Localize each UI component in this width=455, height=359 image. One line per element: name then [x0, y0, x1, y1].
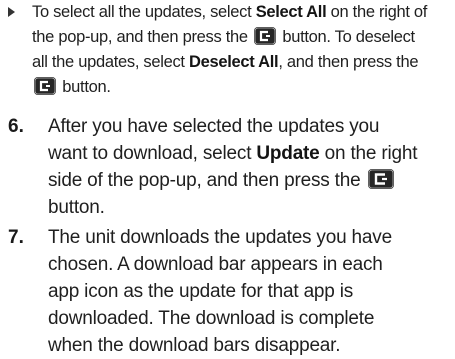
- step7-line3: app icon as the update for that app is: [48, 281, 354, 302]
- manual-page: To select all the updates, select Select…: [0, 0, 455, 356]
- step-7-number: 7.: [8, 227, 24, 248]
- step7-line2: chosen. A download bar appears in each: [48, 254, 383, 275]
- enter-button-icon: [254, 27, 277, 45]
- triangle-bullet-icon: [8, 7, 15, 17]
- update-term: Update: [256, 143, 320, 164]
- step-6-text: After you have selected the updates you …: [48, 113, 454, 221]
- step6-line3: side of the pop-up, and then press the: [48, 170, 366, 191]
- step6-line4: button.: [48, 197, 105, 218]
- sub-bullet-text: To select all the updates, select Select…: [32, 0, 446, 100]
- sub-line1-post: on the right of: [326, 3, 428, 21]
- step-6-number: 6.: [8, 116, 24, 137]
- step7-line5: when the download bars disappear.: [48, 335, 341, 356]
- sub-line1-pre: To select all the updates, select: [32, 3, 256, 21]
- step6-line1: After you have selected the updates you: [48, 116, 380, 137]
- enter-button-icon: [367, 169, 394, 189]
- sub-line3-pre: all the updates, select: [32, 53, 189, 71]
- step7-line4: downloaded. The download is complete: [48, 308, 375, 329]
- step6-line2: want to download, select: [48, 143, 257, 164]
- enter-button-icon: [34, 77, 56, 95]
- sub-line2-pre: the pop-up, and then press the: [32, 28, 253, 46]
- sub-line3-post: , and then press the: [278, 53, 419, 71]
- step-7-text: The unit downloads the updates you have …: [48, 224, 454, 359]
- select-all-term: Select All: [255, 3, 327, 21]
- step6-line2-post: on the right: [319, 143, 418, 164]
- sub-line2-post: button. To deselect: [278, 28, 415, 46]
- sub-line4-post: button.: [58, 78, 111, 96]
- step7-line1: The unit downloads the updates you have: [48, 227, 392, 248]
- deselect-all-term: Deselect All: [189, 53, 279, 71]
